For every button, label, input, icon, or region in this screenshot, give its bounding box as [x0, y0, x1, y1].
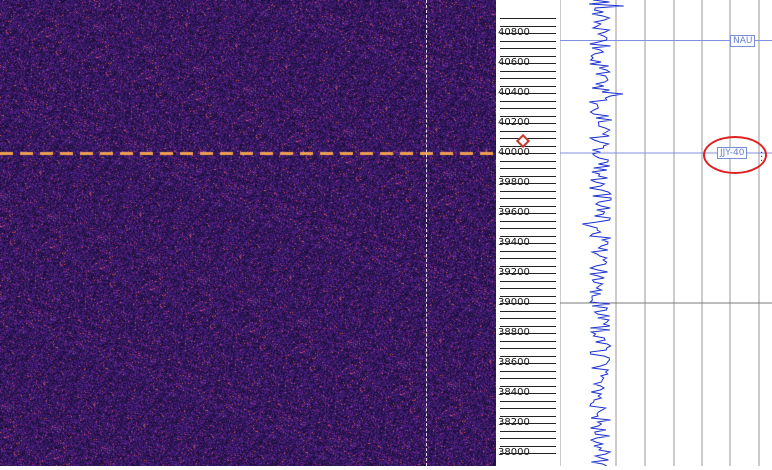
frequency-tick [500, 228, 556, 229]
spectrum-trace [582, 0, 624, 467]
frequency-tick [500, 190, 556, 192]
frequency-tick [500, 258, 556, 259]
frequency-scale[interactable]: 4080040600404004020040000398003960039400… [496, 0, 560, 466]
frequency-tick [500, 318, 556, 319]
frequency-tick [500, 325, 556, 327]
frequency-tick [500, 130, 556, 132]
spectrum-panel[interactable] [559, 0, 772, 467]
frequency-tick [500, 355, 556, 357]
frequency-tick [500, 108, 556, 109]
frequency-tick [500, 333, 556, 334]
frequency-tick [500, 220, 556, 222]
frequency-tick [500, 115, 556, 117]
frequency-tick [500, 55, 556, 57]
frequency-tick [500, 25, 556, 27]
frequency-tick [500, 85, 556, 87]
waterfall-display[interactable] [0, 0, 496, 466]
frequency-tick [500, 78, 556, 79]
frequency-tick [500, 153, 556, 154]
spectrum-graph [559, 0, 772, 467]
frequency-tick [500, 183, 556, 184]
frequency-tick [500, 213, 556, 214]
frequency-tick [500, 385, 556, 387]
station-label-nau[interactable]: NAU [730, 34, 756, 47]
frequency-tick [500, 18, 556, 19]
frequency-tick [500, 295, 556, 297]
frequency-tick [500, 370, 556, 372]
frequency-tick [500, 340, 556, 342]
frequency-tick [500, 280, 556, 282]
more-vert-icon[interactable]: · · · [760, 149, 763, 167]
highlight-circle [703, 136, 767, 174]
frequency-tick [500, 438, 556, 439]
frequency-tick [500, 453, 556, 454]
frequency-tick [500, 33, 556, 34]
frequency-tick [500, 378, 556, 379]
frequency-tick [500, 310, 556, 312]
frequency-tick [500, 348, 556, 349]
frequency-tick [500, 415, 556, 417]
frequency-tick [500, 408, 556, 409]
frequency-tick [500, 123, 556, 124]
frequency-tick [500, 160, 556, 162]
frequency-tick [500, 198, 556, 199]
frequency-tick [500, 70, 556, 72]
frequency-tick [500, 100, 556, 102]
frequency-cursor-line[interactable] [426, 0, 427, 466]
frequency-tick [500, 235, 556, 237]
frequency-tick [500, 205, 556, 207]
frequency-tick [500, 243, 556, 244]
frequency-tick [500, 63, 556, 64]
frequency-tick [500, 400, 556, 402]
frequency-tick [500, 303, 556, 304]
frequency-tick [500, 250, 556, 252]
frequency-tick [500, 288, 556, 289]
frequency-tick [500, 93, 556, 94]
frequency-tick [500, 445, 556, 447]
frequency-tick [500, 168, 556, 169]
frequency-tick [500, 265, 556, 267]
frequency-tick [500, 273, 556, 274]
frequency-tick [500, 423, 556, 424]
frequency-tick [500, 393, 556, 394]
frequency-tick [500, 40, 556, 42]
frequency-tick [500, 363, 556, 364]
frequency-tick [500, 430, 556, 432]
frequency-tick [500, 175, 556, 177]
frequency-tick [500, 48, 556, 49]
frequency-tick [500, 145, 556, 147]
waterfall-canvas[interactable] [0, 0, 496, 466]
